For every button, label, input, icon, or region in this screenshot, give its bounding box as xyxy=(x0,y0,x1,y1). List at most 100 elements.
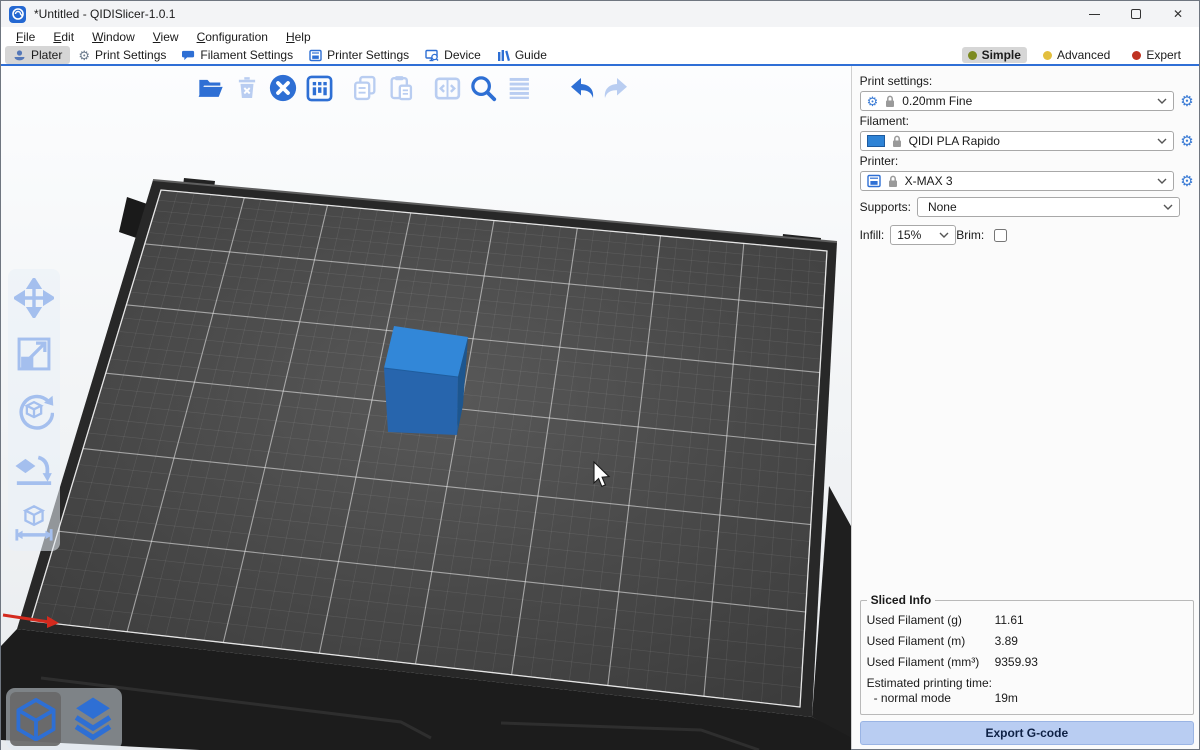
maximize-button[interactable] xyxy=(1115,1,1157,27)
window-title: *Untitled - QIDISlicer-1.0.1 xyxy=(34,7,175,21)
printer-dropdown[interactable]: X-MAX 3 xyxy=(860,171,1174,191)
layer-lines-icon xyxy=(505,74,533,102)
cube-3d-icon xyxy=(15,697,57,741)
paste-button[interactable] xyxy=(383,71,419,105)
filament-color-swatch xyxy=(867,135,885,147)
menu-help[interactable]: Help xyxy=(277,29,320,45)
redo-button[interactable] xyxy=(599,71,635,105)
copy-button[interactable] xyxy=(347,71,383,105)
mode-simple[interactable]: Simple xyxy=(962,47,1027,63)
print-settings-value: 0.20mm Fine xyxy=(902,94,1151,108)
chevron-down-icon xyxy=(1157,98,1167,104)
supports-dropdown[interactable]: None xyxy=(917,197,1180,217)
menu-configuration[interactable]: Configuration xyxy=(188,29,277,45)
sliced-info-row: - normal mode 19m xyxy=(867,690,1187,709)
printer-value: X-MAX 3 xyxy=(905,174,1151,188)
arrange-grid-icon xyxy=(305,74,334,103)
printer-icon xyxy=(867,174,881,188)
print-settings-label: Print settings: xyxy=(860,74,1196,88)
gear-icon: ⚙ xyxy=(867,95,879,108)
split-objects-button[interactable] xyxy=(429,71,465,105)
measure-button[interactable] xyxy=(12,498,56,546)
redo-arrow-icon xyxy=(602,73,632,103)
print-settings-dropdown[interactable]: ⚙ 0.20mm Fine xyxy=(860,91,1174,111)
sliced-info-box: Sliced Info Used Filament (g) 11.61 Used… xyxy=(860,593,1194,715)
rotate-button[interactable] xyxy=(12,386,56,434)
tab-device[interactable]: Device xyxy=(417,46,489,64)
menu-bar: File Edit Window View Configuration Help xyxy=(1,27,1199,46)
filament-dropdown[interactable]: QIDI PLA Rapido xyxy=(860,131,1174,151)
close-icon: ✕ xyxy=(1173,7,1183,21)
filament-gear-button[interactable]: ⚙ xyxy=(1178,134,1196,149)
app-logo-icon xyxy=(9,6,26,23)
infill-dropdown[interactable]: 15% xyxy=(890,225,956,245)
editor-view-button[interactable] xyxy=(10,692,61,746)
infill-value: 15% xyxy=(897,228,933,242)
minimize-button[interactable] xyxy=(1073,1,1115,27)
printer-label: Printer: xyxy=(860,154,1196,168)
place-on-face-button[interactable] xyxy=(12,442,56,490)
filament-icon xyxy=(182,49,195,62)
mode-switcher: Simple Advanced Expert xyxy=(962,47,1195,63)
preview-view-button[interactable] xyxy=(67,692,118,746)
undo-button[interactable] xyxy=(563,71,599,105)
filament-value: QIDI PLA Rapido xyxy=(909,134,1151,148)
brim-checkbox[interactable] xyxy=(994,229,1007,242)
open-folder-icon xyxy=(196,74,226,102)
top-toolbar xyxy=(193,71,635,105)
delete-button[interactable] xyxy=(229,71,265,105)
chevron-down-icon xyxy=(1163,204,1173,210)
3d-scene[interactable] xyxy=(1,66,851,750)
simple-dot-icon xyxy=(968,51,977,60)
chevron-down-icon xyxy=(1157,178,1167,184)
settings-panel: Print settings: ⚙ 0.20mm Fine ⚙ Filament… xyxy=(851,66,1199,749)
gear-icon: ⚙ xyxy=(78,49,90,62)
variable-layer-height-button[interactable] xyxy=(501,71,537,105)
expert-dot-icon xyxy=(1132,51,1141,60)
sliced-info-title: Sliced Info xyxy=(867,593,936,607)
open-project-button[interactable] xyxy=(193,71,229,105)
filament-label: Filament: xyxy=(860,114,1196,128)
print-bed[interactable] xyxy=(31,190,827,707)
side-toolbar xyxy=(8,269,60,551)
tab-guide[interactable]: Guide xyxy=(489,46,555,64)
lock-icon xyxy=(887,175,899,188)
minimize-icon xyxy=(1089,14,1100,15)
scale-button[interactable] xyxy=(12,330,56,378)
menu-edit[interactable]: Edit xyxy=(44,29,83,45)
arrange-button[interactable] xyxy=(301,71,337,105)
search-button[interactable] xyxy=(465,71,501,105)
tab-filament-settings[interactable]: Filament Settings xyxy=(174,46,301,64)
guide-books-icon xyxy=(497,49,510,62)
maximize-icon xyxy=(1131,9,1141,19)
lock-icon xyxy=(891,135,903,148)
search-icon xyxy=(468,73,498,103)
3d-viewport[interactable] xyxy=(1,66,851,750)
undo-arrow-icon xyxy=(566,73,596,103)
plater-icon xyxy=(13,49,26,62)
menu-file[interactable]: File xyxy=(7,29,44,45)
app-window: *Untitled - QIDISlicer-1.0.1 ✕ File Edit… xyxy=(0,0,1200,750)
tab-print-settings[interactable]: ⚙ Print Settings xyxy=(70,46,174,64)
supports-label: Supports: xyxy=(860,200,911,214)
split-window-icon xyxy=(433,74,462,103)
tab-plater[interactable]: Plater xyxy=(5,46,70,64)
copy-icon xyxy=(351,74,379,102)
model-cube[interactable] xyxy=(384,326,468,435)
export-gcode-button[interactable]: Export G-code xyxy=(860,721,1194,745)
printer-gear-button[interactable]: ⚙ xyxy=(1178,174,1196,189)
mode-expert[interactable]: Expert xyxy=(1126,47,1187,63)
supports-value: None xyxy=(924,200,1157,214)
menu-view[interactable]: View xyxy=(144,29,188,45)
paste-icon xyxy=(387,74,415,102)
advanced-dot-icon xyxy=(1043,51,1052,60)
delete-all-button[interactable] xyxy=(265,71,301,105)
print-settings-gear-button[interactable]: ⚙ xyxy=(1178,94,1196,109)
mode-advanced[interactable]: Advanced xyxy=(1037,47,1116,63)
close-button[interactable]: ✕ xyxy=(1157,1,1199,27)
sliced-info-row: Estimated printing time: xyxy=(867,672,1187,690)
menu-window[interactable]: Window xyxy=(83,29,144,45)
move-button[interactable] xyxy=(12,274,56,322)
title-bar: *Untitled - QIDISlicer-1.0.1 ✕ xyxy=(1,1,1199,27)
tab-printer-settings[interactable]: Printer Settings xyxy=(301,46,417,64)
